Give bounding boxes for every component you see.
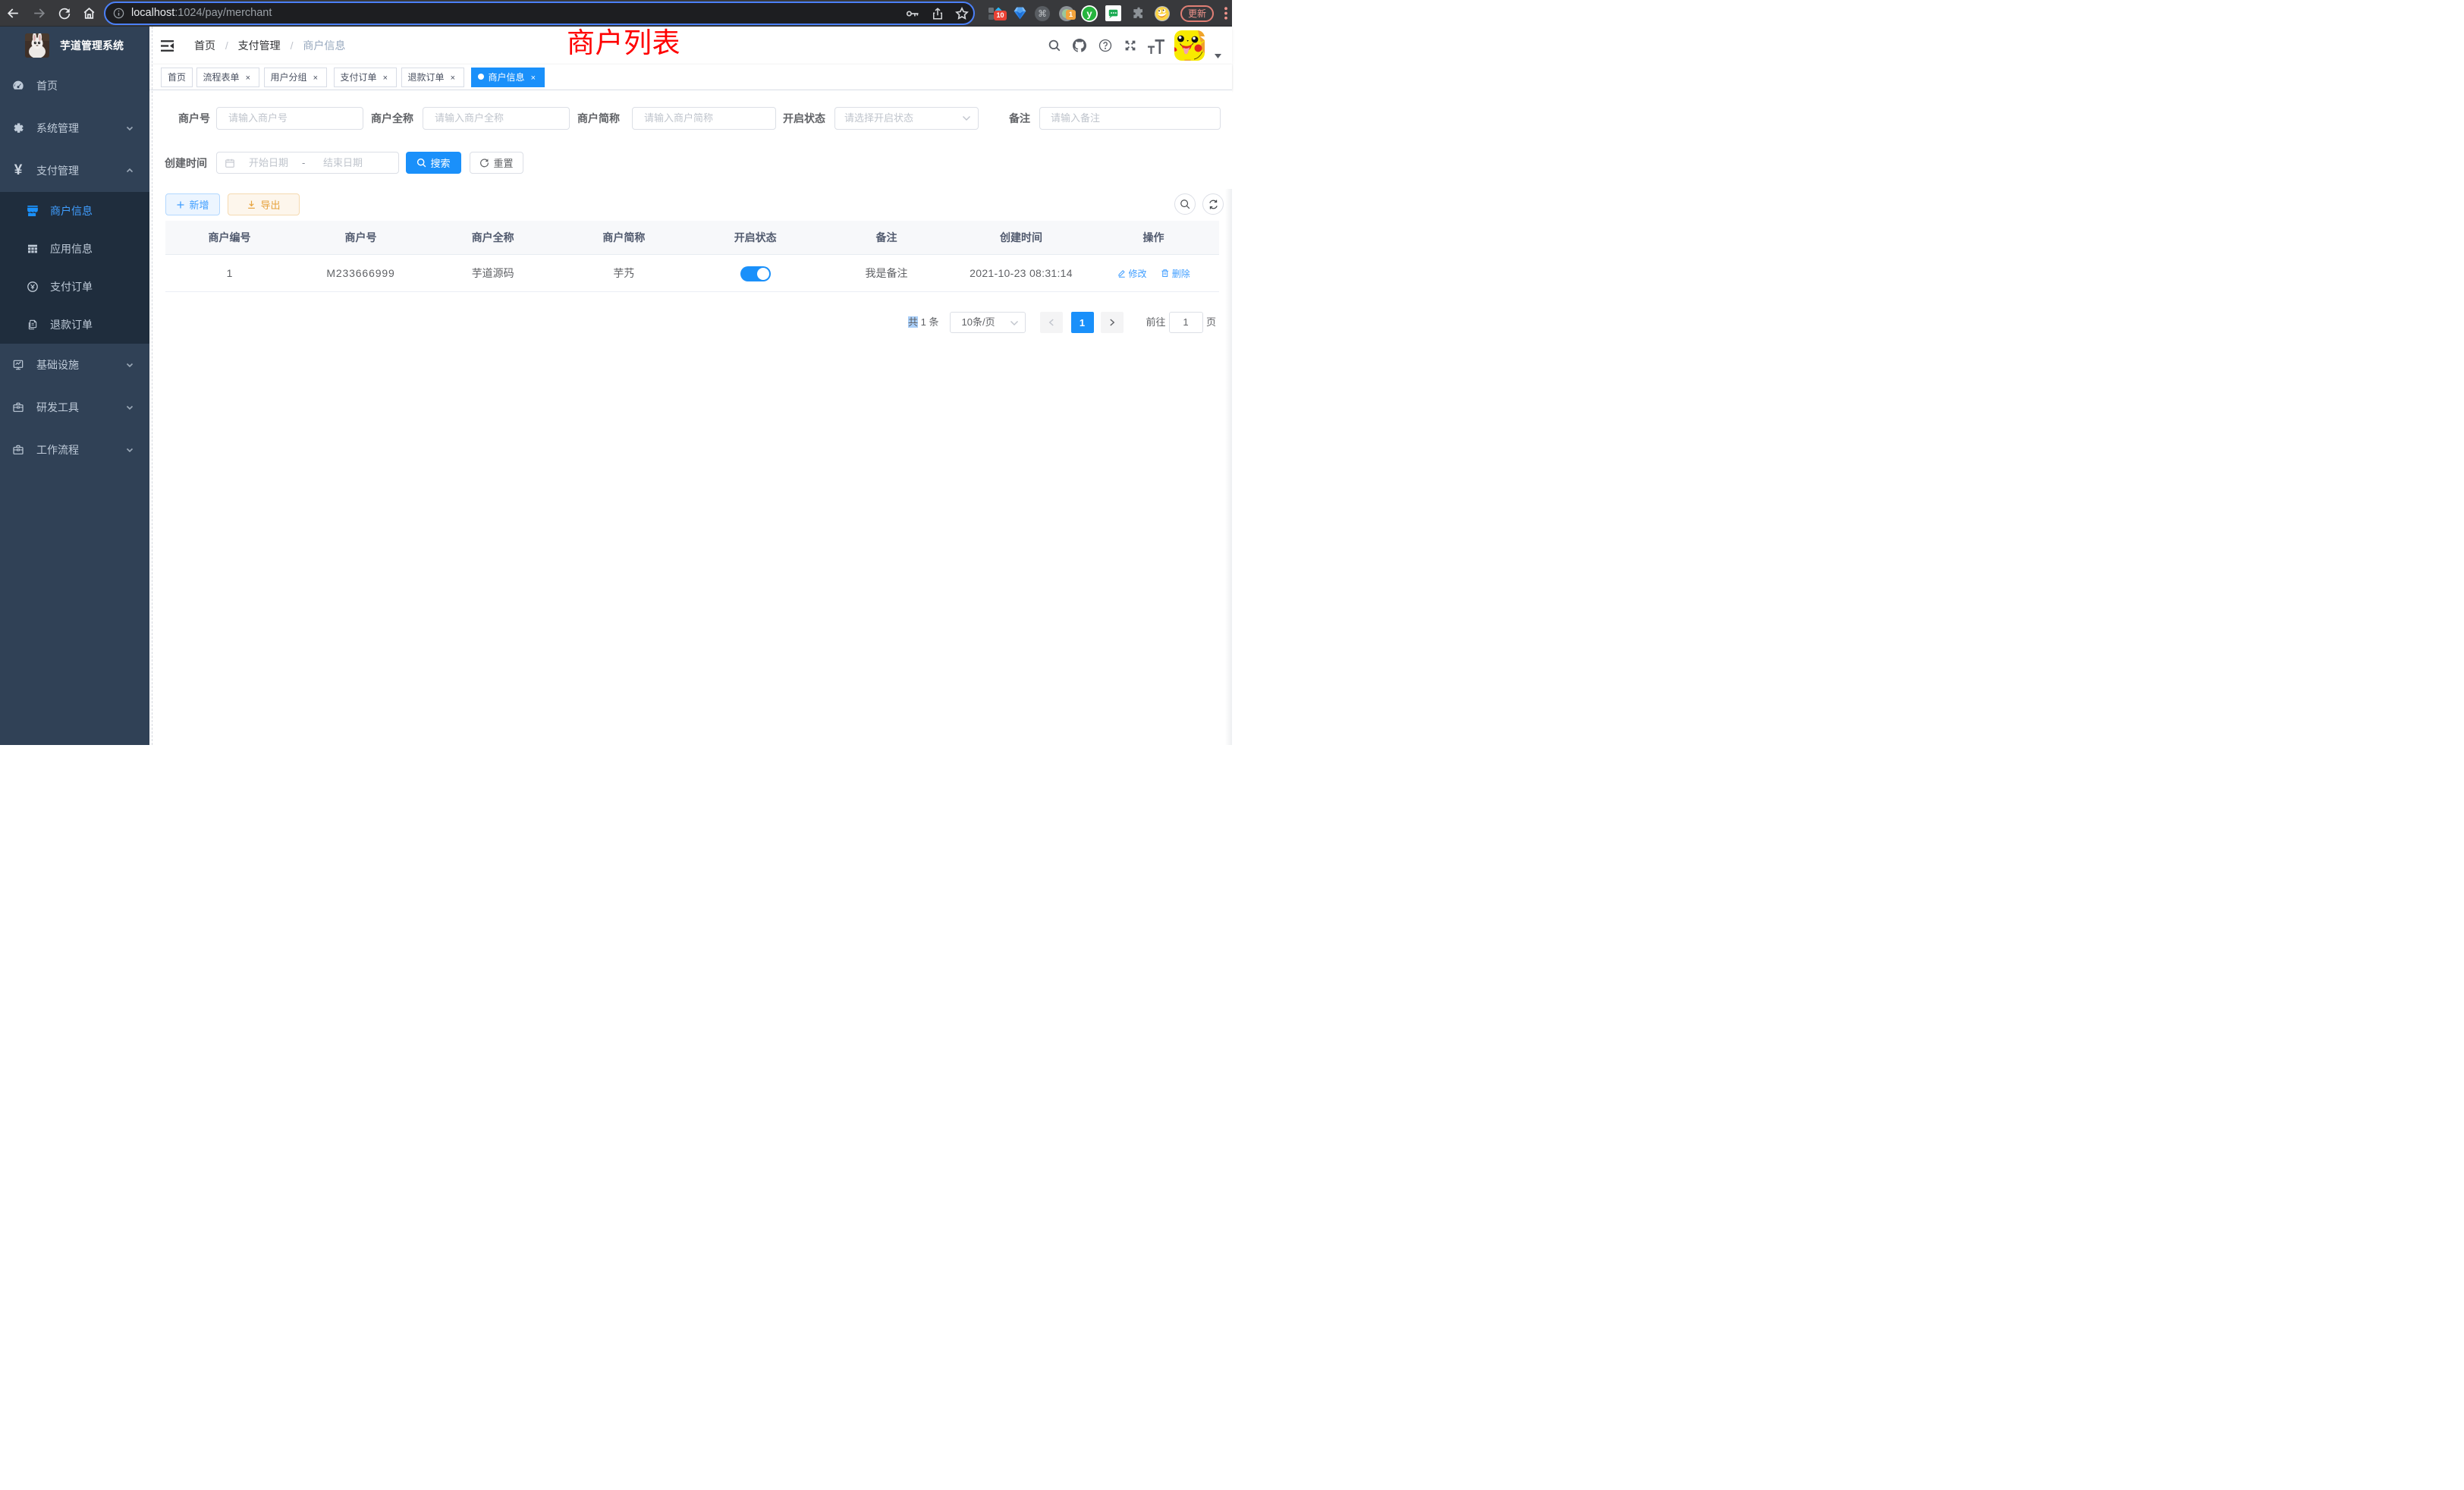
svg-text:⌘: ⌘	[1038, 8, 1047, 19]
svg-text:y: y	[1086, 8, 1092, 19]
